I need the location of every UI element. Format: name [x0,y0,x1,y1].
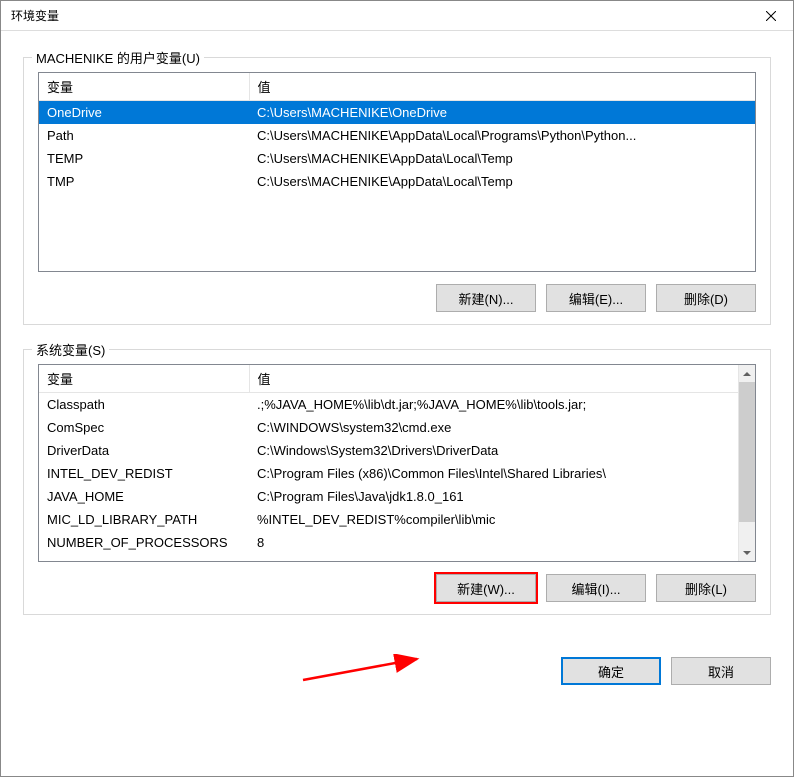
table-row[interactable]: TEMP C:\Users\MACHENIKE\AppData\Local\Te… [39,147,755,170]
cell-value: C:\Program Files (x86)\Common Files\Inte… [249,462,738,485]
cell-value: C:\Users\MACHENIKE\AppData\Local\Program… [249,124,755,147]
cell-var: TMP [39,170,249,193]
titlebar: 环境变量 [1,1,793,31]
cell-value: C:\Windows\System32\Drivers\DriverData [249,439,738,462]
cell-var: NUMBER_OF_PROCESSORS [39,531,249,554]
user-vars-group: MACHENIKE 的用户变量(U) 变量 值 OneDrive C:\User… [23,57,771,325]
cell-value: C:\WINDOWS\system32\cmd.exe [249,416,738,439]
system-vars-group: 系统变量(S) 变量 值 Classpath .;%JAVA_HOME%\lib… [23,349,771,615]
cell-value: C:\Program Files\Java\jdk1.8.0_161 [249,485,738,508]
user-vars-table[interactable]: 变量 值 OneDrive C:\Users\MACHENIKE\OneDriv… [38,72,756,272]
cell-value: C:\Users\MACHENIKE\AppData\Local\Temp [249,147,755,170]
table-row[interactable]: TMP C:\Users\MACHENIKE\AppData\Local\Tem… [39,170,755,193]
cell-var: INTEL_DEV_REDIST [39,462,249,485]
sys-col-value[interactable]: 值 [249,365,738,393]
cell-value: 8 [249,531,738,554]
user-col-var[interactable]: 变量 [39,73,249,101]
cell-value: C:\Users\MACHENIKE\OneDrive [249,101,755,124]
user-new-button[interactable]: 新建(N)... [436,284,536,312]
user-vars-label: MACHENIKE 的用户变量(U) [32,48,204,67]
cell-value: C:\Users\MACHENIKE\AppData\Local\Temp [249,170,755,193]
cell-var: JAVA_HOME [39,485,249,508]
ok-button[interactable]: 确定 [561,657,661,685]
cell-value: %INTEL_DEV_REDIST%compiler\lib\mic [249,508,738,531]
system-vars-label: 系统变量(S) [32,340,109,359]
scroll-track[interactable] [739,522,755,544]
cell-var: Path [39,124,249,147]
table-row[interactable]: NUMBER_OF_PROCESSORS 8 [39,531,738,554]
table-row[interactable]: JAVA_HOME C:\Program Files\Java\jdk1.8.0… [39,485,738,508]
cell-var: ComSpec [39,416,249,439]
user-delete-button[interactable]: 删除(D) [656,284,756,312]
system-vars-table[interactable]: 变量 值 Classpath .;%JAVA_HOME%\lib\dt.jar;… [38,364,756,562]
scroll-down-button[interactable] [739,544,755,561]
system-delete-button[interactable]: 删除(L) [656,574,756,602]
scroll-thumb[interactable] [739,382,755,522]
cell-var: MIC_LD_LIBRARY_PATH [39,508,249,531]
cell-var: OneDrive [39,101,249,124]
table-row[interactable]: OneDrive C:\Users\MACHENIKE\OneDrive [39,101,755,124]
sys-col-var[interactable]: 变量 [39,365,249,393]
table-row[interactable]: Classpath .;%JAVA_HOME%\lib\dt.jar;%JAVA… [39,393,738,416]
system-edit-button[interactable]: 编辑(I)... [546,574,646,602]
table-row[interactable]: ComSpec C:\WINDOWS\system32\cmd.exe [39,416,738,439]
system-scrollbar[interactable] [738,365,755,561]
cell-var: DriverData [39,439,249,462]
system-new-button[interactable]: 新建(W)... [436,574,536,602]
cell-value: .;%JAVA_HOME%\lib\dt.jar;%JAVA_HOME%\lib… [249,393,738,416]
cell-var: TEMP [39,147,249,170]
user-col-value[interactable]: 值 [249,73,755,101]
table-row[interactable]: DriverData C:\Windows\System32\Drivers\D… [39,439,738,462]
user-edit-button[interactable]: 编辑(E)... [546,284,646,312]
table-row[interactable]: Path C:\Users\MACHENIKE\AppData\Local\Pr… [39,124,755,147]
close-button[interactable] [748,1,793,31]
scroll-up-button[interactable] [739,365,755,382]
cell-var: Classpath [39,393,249,416]
cancel-button[interactable]: 取消 [671,657,771,685]
close-icon [766,11,776,21]
table-row[interactable]: MIC_LD_LIBRARY_PATH %INTEL_DEV_REDIST%co… [39,508,738,531]
window-title: 环境变量 [11,7,59,24]
table-row[interactable]: INTEL_DEV_REDIST C:\Program Files (x86)\… [39,462,738,485]
